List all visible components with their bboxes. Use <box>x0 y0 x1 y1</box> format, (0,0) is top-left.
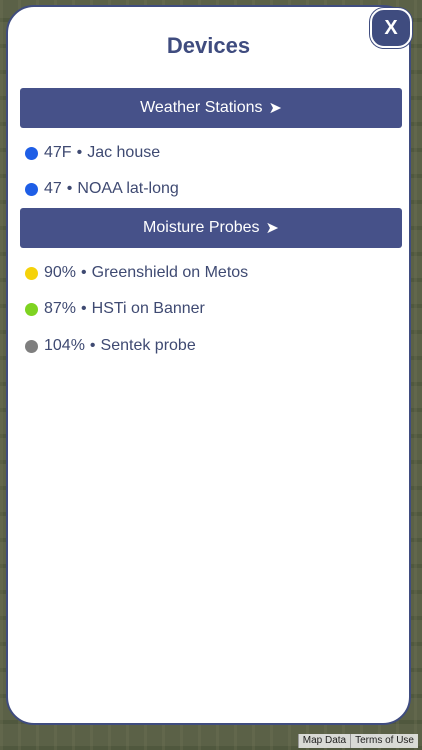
device-value: 87% <box>44 300 77 317</box>
status-dot-icon <box>25 302 38 316</box>
device-separator: • <box>66 180 73 197</box>
devices-panel: Devices Weather Stations ➤ 47F • Jac hou… <box>6 5 411 725</box>
device-separator: • <box>76 144 83 161</box>
map-data-link[interactable]: Map Data <box>297 734 351 748</box>
device-item-noaa-lat-long[interactable]: 47 • NOAA lat-long <box>25 177 179 201</box>
device-separator: • <box>89 337 96 354</box>
device-name: HSTi on Banner <box>91 300 205 317</box>
device-value: 47 <box>44 180 62 197</box>
moisture-probes-header[interactable]: Moisture Probes ➤ <box>20 208 402 248</box>
device-value: 90% <box>44 264 77 281</box>
section-label: Moisture Probes <box>143 219 260 236</box>
device-name: Jac house <box>87 144 161 161</box>
status-dot-icon <box>25 339 38 353</box>
close-button[interactable]: X <box>370 8 412 48</box>
device-name: NOAA lat-long <box>77 180 179 197</box>
section-label: Weather Stations <box>140 99 263 116</box>
device-separator: • <box>81 264 87 281</box>
device-item-jac-house[interactable]: 47F • Jac house <box>25 141 160 165</box>
device-value: 104% <box>44 337 85 354</box>
status-dot-icon <box>25 146 38 160</box>
arrow-right-icon: ➤ <box>265 220 279 237</box>
map-footer: Map Data Terms of Use <box>297 734 418 748</box>
status-dot-icon <box>25 182 38 196</box>
device-item-sentek-probe[interactable]: 104% • Sentek probe <box>25 334 196 358</box>
arrow-right-icon: ➤ <box>268 100 282 117</box>
device-name: Greenshield on Metos <box>91 264 249 281</box>
device-value: 47F <box>44 144 72 161</box>
device-item-greenshield-on-metos[interactable]: 90% • Greenshield on Metos <box>25 261 248 285</box>
panel-title: Devices <box>166 33 251 58</box>
device-item-hsti-on-banner[interactable]: 87% • HSTi on Banner <box>25 297 205 321</box>
weather-stations-header[interactable]: Weather Stations ➤ <box>20 88 402 128</box>
device-name: Sentek probe <box>100 337 196 354</box>
device-separator: • <box>81 300 87 317</box>
status-dot-icon <box>25 266 38 280</box>
terms-of-use-link[interactable]: Terms of Use <box>350 734 418 748</box>
